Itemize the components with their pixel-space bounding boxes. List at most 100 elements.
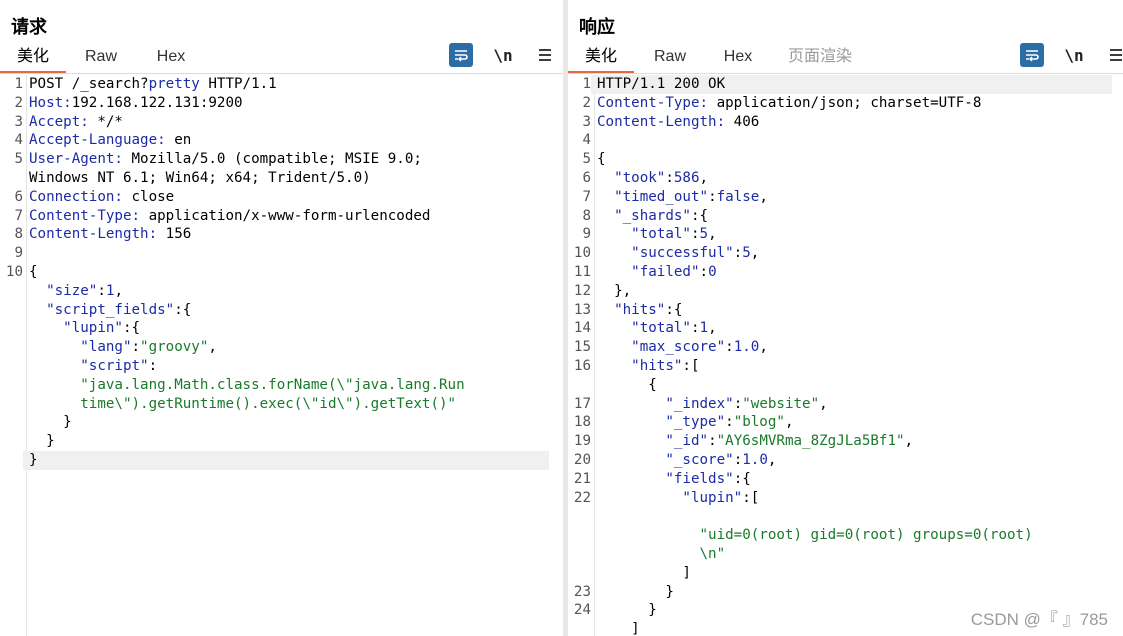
code-token: :{	[174, 301, 192, 318]
request-tabs: 美化 Raw Hex	[0, 44, 206, 74]
code-line: ]	[568, 564, 1123, 583]
code-token: :	[665, 169, 674, 186]
request-tab-hex[interactable]: Hex	[136, 44, 206, 73]
menu-icon[interactable]	[533, 43, 557, 67]
code-line: 1 HTTP/1.1 200 OK	[568, 75, 1123, 94]
response-editor[interactable]: 1 HTTP/1.1 200 OK 2 Content-Type: applicati…	[568, 75, 1123, 636]
wrap-lines-icon[interactable]	[449, 43, 473, 67]
code-text: "script":	[23, 357, 549, 376]
code-token: en	[165, 132, 192, 149]
code-token: Content-Length:	[29, 226, 158, 243]
code-token: :	[148, 357, 158, 374]
line-number	[0, 357, 23, 376]
line-number: 1	[14, 76, 23, 92]
newline-toggle-icon[interactable]: \n	[491, 43, 515, 67]
line-number	[0, 376, 23, 395]
code-token: }	[597, 602, 657, 619]
code-line: }	[0, 413, 563, 432]
code-line: 22 "lupin":[	[568, 489, 1123, 508]
code-text: "timed_out":false,	[591, 188, 1112, 207]
request-editor[interactable]: 1 POST /_search?pretty HTTP/1.1 2 Host:192.…	[0, 75, 563, 636]
code-line: 2 Content-Type: application/json; charset…	[568, 94, 1123, 113]
line-number: 20	[573, 451, 591, 468]
code-line: 10 {	[0, 263, 563, 282]
code-line: 2 Host:192.168.122.131:9200	[0, 94, 563, 113]
code-token: }	[29, 433, 55, 450]
code-token: User-Agent:	[29, 151, 123, 168]
code-text: },	[591, 282, 1112, 301]
request-tab-raw[interactable]: Raw	[66, 44, 136, 73]
code-text: "_index":"website",	[591, 395, 1112, 414]
line-number: 1	[582, 76, 591, 92]
code-token: Host:	[29, 94, 72, 111]
code-line: {	[568, 376, 1123, 395]
code-line: "size":1,	[0, 282, 563, 301]
line-number	[0, 169, 23, 188]
line-number: 17	[573, 395, 591, 412]
code-token: }	[597, 583, 674, 600]
code-token: :	[131, 339, 141, 356]
code-token: ,	[767, 451, 777, 468]
line-number: 4	[14, 132, 23, 149]
code-token: :	[690, 226, 700, 243]
line-number: 21	[573, 470, 591, 487]
code-line: 21 "fields":{	[568, 470, 1123, 489]
newline-toggle-icon[interactable]: \n	[1062, 43, 1086, 67]
response-tab-raw[interactable]: Raw	[634, 44, 706, 73]
code-token: "hits"	[631, 357, 683, 374]
response-tab-render[interactable]: 页面渲染	[770, 44, 870, 73]
code-text: }	[591, 583, 1112, 602]
code-token: "groovy"	[140, 339, 209, 356]
code-token: {	[597, 376, 657, 393]
code-text: HTTP/1.1 200 OK	[591, 75, 1112, 94]
code-token: 1.0	[742, 451, 768, 468]
response-tab-pretty[interactable]: 美化	[568, 44, 634, 74]
code-line: 3 Content-Length: 406	[568, 113, 1123, 132]
code-text: {	[591, 150, 1112, 169]
code-line: 4	[568, 131, 1123, 150]
code-text: Content-Length: 406	[591, 113, 1112, 132]
code-line: 18 "_type":"blog",	[568, 413, 1123, 432]
request-tab-pretty[interactable]: 美化	[0, 44, 66, 74]
code-text: "total":1,	[591, 319, 1112, 338]
code-token: "website"	[742, 395, 820, 412]
line-number	[0, 395, 23, 414]
code-text: "size":1,	[23, 282, 549, 301]
line-number: 12	[573, 282, 591, 299]
code-text: Content-Length: 156	[23, 225, 549, 244]
request-title: 请求	[11, 17, 47, 37]
code-line: 11 "failed":0	[568, 263, 1123, 282]
menu-icon[interactable]	[1104, 43, 1123, 67]
code-token: 192.168.122.131:9200	[71, 94, 243, 111]
code-line: 10 "successful":5,	[568, 244, 1123, 263]
code-line: 9 "total":5,	[568, 225, 1123, 244]
response-tab-hex[interactable]: Hex	[706, 44, 770, 73]
code-text: POST /_search?pretty HTTP/1.1	[23, 75, 549, 94]
code-line: 14 "total":1,	[568, 319, 1123, 338]
request-pane: 请求 美化 Raw Hex \n 1 POST /_search?pretty H…	[0, 0, 563, 636]
code-line: 5 User-Agent: Mozilla/5.0 (compatible; MS…	[0, 150, 563, 169]
code-token: :	[97, 282, 106, 299]
code-token: },	[597, 282, 632, 299]
code-line: 1 POST /_search?pretty HTTP/1.1	[0, 75, 563, 94]
wrap-lines-icon[interactable]	[1020, 43, 1044, 67]
code-text: }	[23, 413, 549, 432]
code-token: {	[29, 263, 38, 280]
code-token: ]	[597, 564, 691, 581]
line-number: 18	[573, 414, 591, 431]
code-line: 6 "took":586,	[568, 169, 1123, 188]
code-line: 16 "hits":[	[568, 357, 1123, 376]
